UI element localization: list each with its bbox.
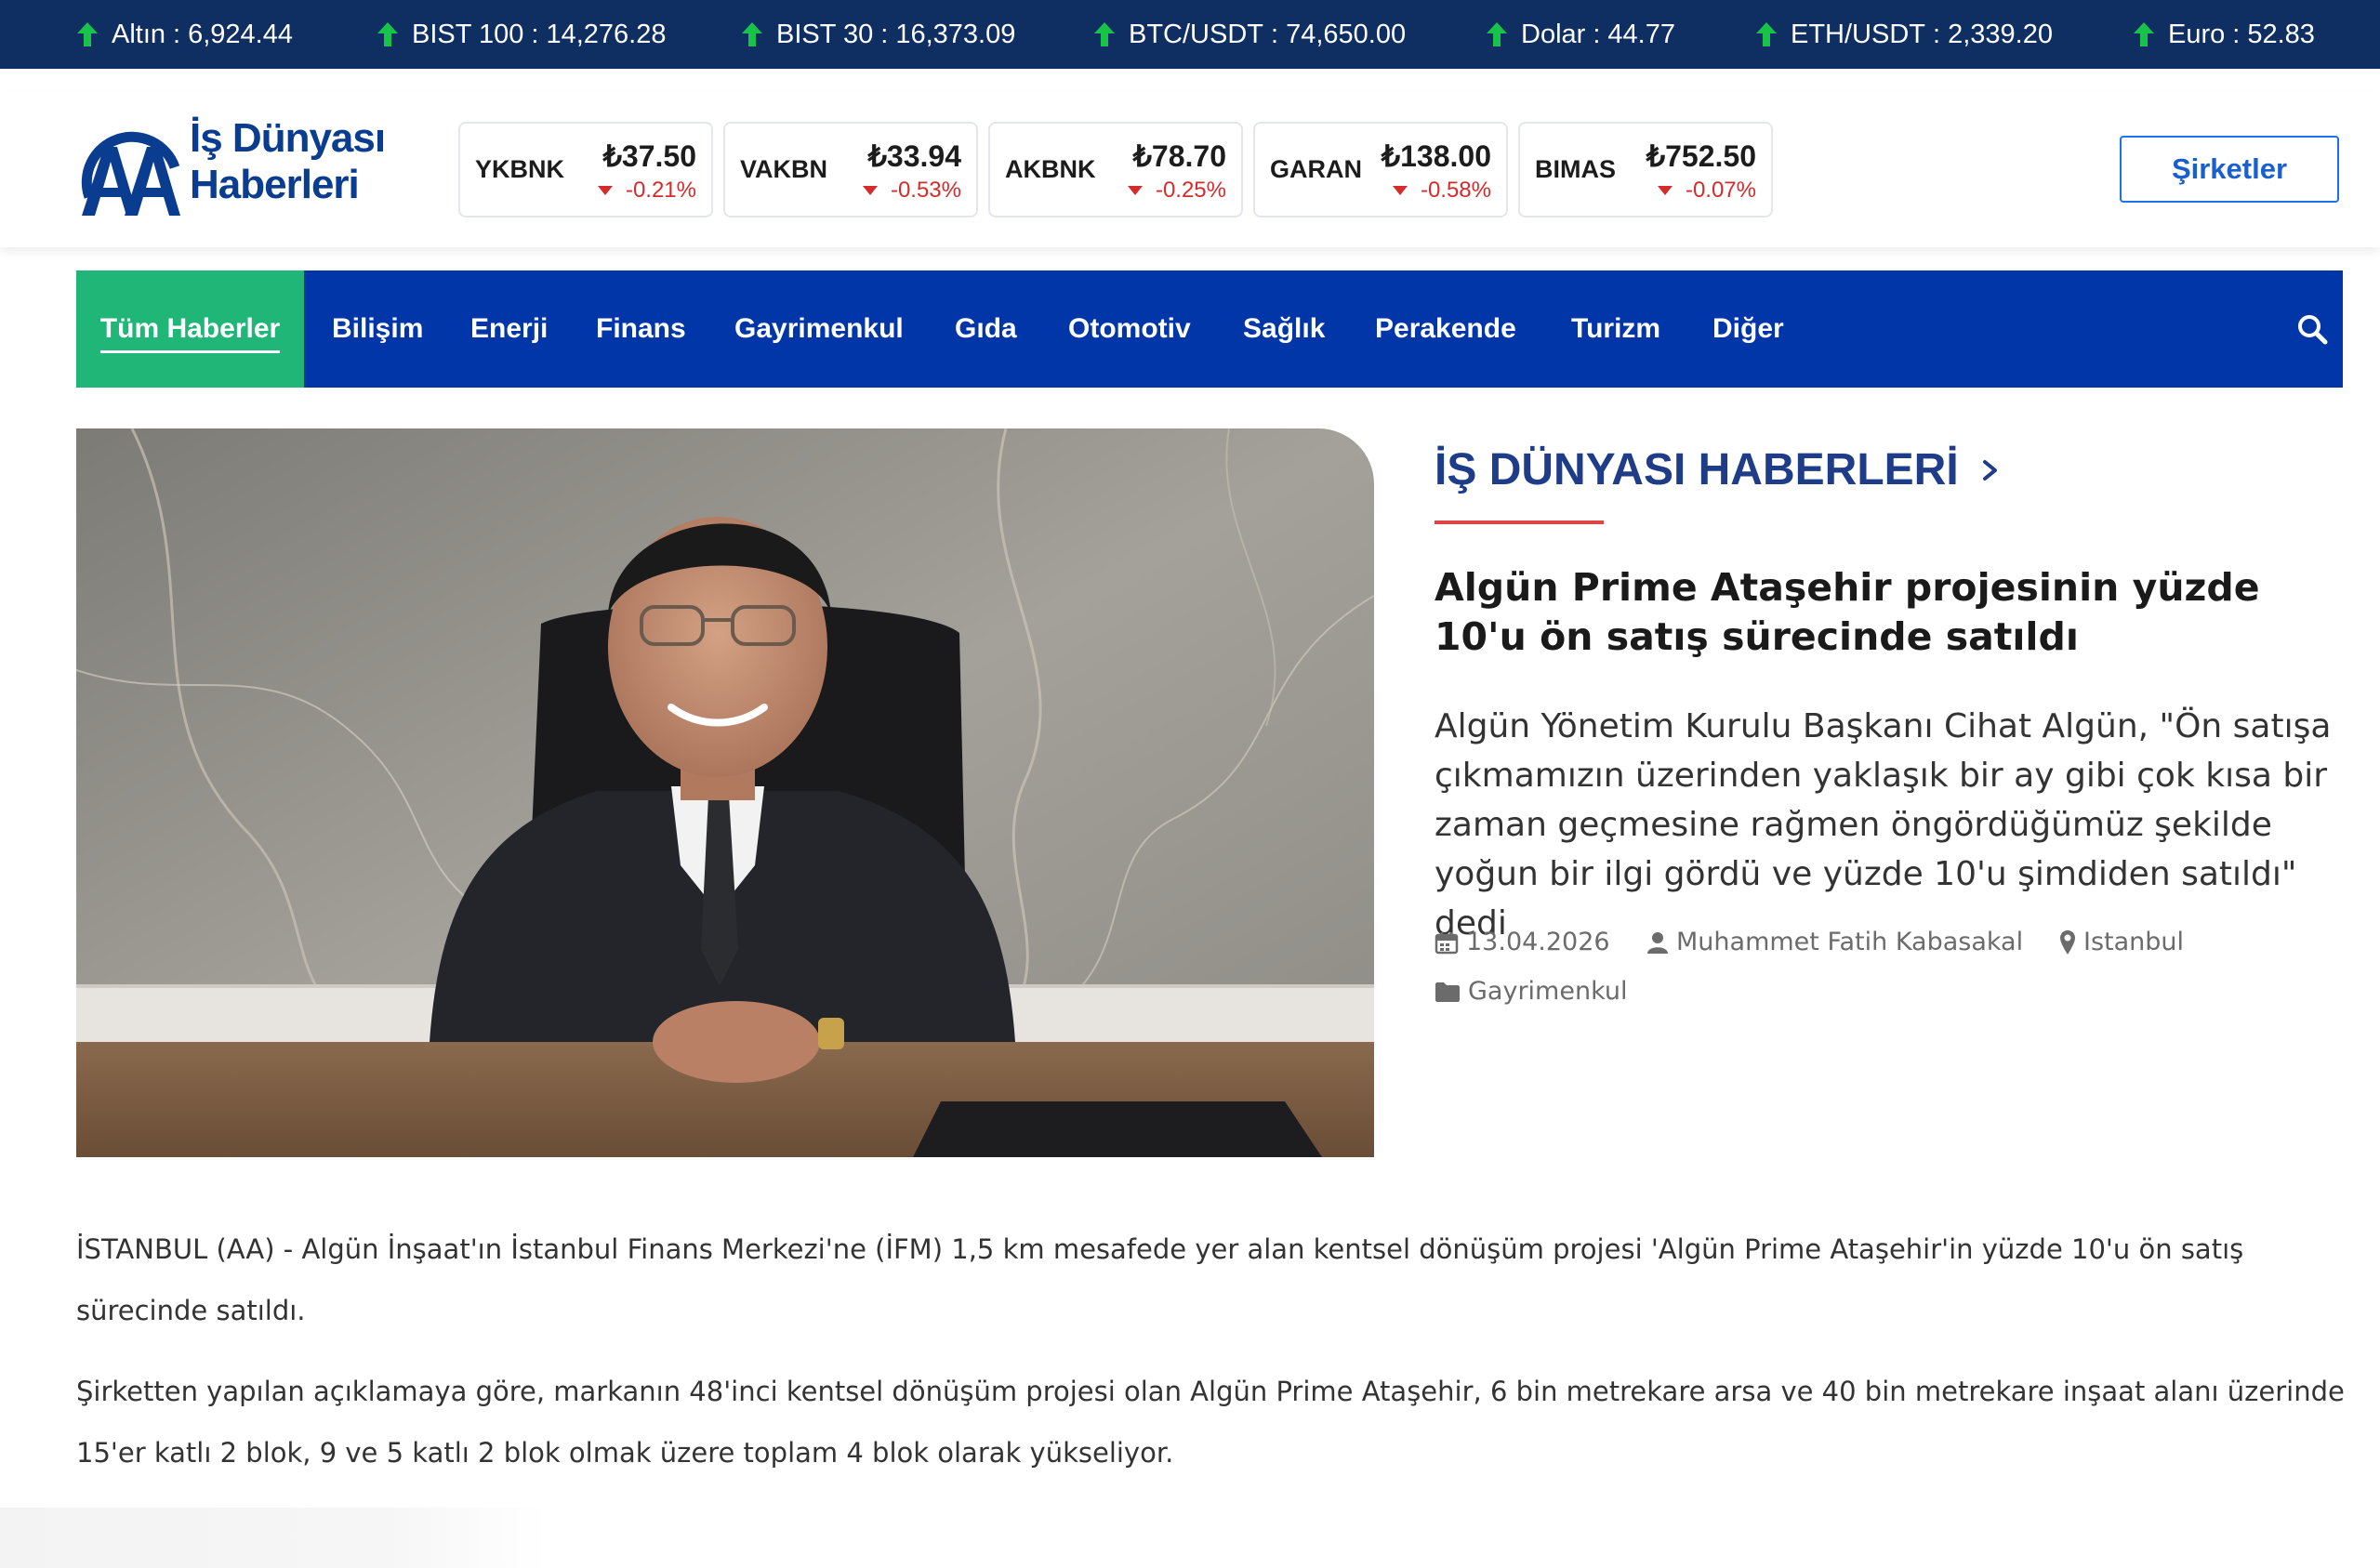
article-date: 13.04.2026	[1435, 928, 1610, 956]
arrow-up-icon	[1755, 21, 1778, 47]
stock-card-garan[interactable]: GARAN ₺138.00 -0.58%	[1253, 122, 1508, 217]
ticker-item[interactable]: BIST 30:16,373.09	[741, 0, 1015, 69]
ticker-name: BTC/USDT	[1129, 19, 1263, 49]
nav-item-otomotiv[interactable]: Otomotiv	[1068, 270, 1191, 388]
arrow-up-icon	[377, 21, 399, 47]
nav-item-finans[interactable]: Finans	[596, 270, 686, 388]
ticker-value: 14,276.28	[546, 19, 667, 49]
chevron-right-icon	[1982, 459, 1997, 481]
nav-item-saglik[interactable]: Sağlık	[1243, 270, 1325, 388]
arrow-up-icon	[2133, 21, 2155, 47]
arrow-up-icon	[76, 21, 99, 47]
ticker-value: 74,650.00	[1286, 19, 1407, 49]
arrow-up-icon	[1486, 21, 1508, 47]
site-logo[interactable]: İş Dünyası Haberleri	[76, 112, 392, 223]
ticker-name: Euro	[2168, 19, 2226, 49]
ticker-item[interactable]: BIST 100:14,276.28	[377, 0, 666, 69]
portrait-photo	[76, 428, 1374, 1157]
ticker-item[interactable]: Dolar:44.77	[1486, 0, 1675, 69]
stock-change: -0.58%	[1392, 178, 1491, 204]
section-underline	[1435, 520, 1604, 524]
caret-down-icon	[862, 186, 878, 195]
caret-down-icon	[1127, 186, 1143, 195]
stock-symbol: AKBNK	[1005, 155, 1096, 183]
nav-item-gida[interactable]: Gıda	[955, 270, 1017, 388]
stock-price: ₺138.00	[1381, 139, 1491, 173]
logo-line-1: İş Dünyası	[190, 115, 386, 161]
nav-item-bilisim[interactable]: Bilişim	[332, 270, 423, 388]
article-summary: Algün Yönetim Kurulu Başkanı Cihat Algün…	[1435, 707, 2332, 942]
arrow-up-icon	[1093, 21, 1116, 47]
ticker-item[interactable]: Altın:6,924.44	[76, 0, 293, 69]
companies-button[interactable]: Şirketler	[2120, 136, 2339, 203]
folder-icon	[1435, 981, 1461, 1003]
stock-change: -0.21%	[597, 178, 696, 204]
nav-item-perakende[interactable]: Perakende	[1375, 270, 1516, 388]
ticker-name: BIST 30	[776, 19, 874, 49]
arrow-up-icon	[741, 21, 763, 47]
logo-wordmark: İş Dünyası Haberleri	[190, 115, 386, 208]
stock-card-ykbnk[interactable]: YKBNK ₺37.50 -0.21%	[458, 122, 713, 217]
nav-item-turizm[interactable]: Turizm	[1571, 270, 1660, 388]
stock-change: -0.53%	[862, 178, 961, 204]
article-author[interactable]: Muhammet Fatih Kabasakal	[1646, 928, 2023, 956]
stock-price: ₺37.50	[602, 139, 696, 173]
article-headline[interactable]: Algün Prime Ataşehir projesinin yüzde 10…	[1435, 563, 2346, 662]
article-hero-image[interactable]	[76, 428, 1374, 1157]
caret-down-icon	[1392, 186, 1408, 195]
caret-down-icon	[597, 186, 613, 195]
aa-logo-mark	[81, 131, 180, 216]
map-pin-icon	[2059, 929, 2076, 955]
article-location: Istanbul	[2059, 928, 2184, 956]
stock-price: ₺78.70	[1132, 139, 1226, 173]
ticker-item[interactable]: ETH/USDT:2,339.20	[1755, 0, 2053, 69]
stock-change: -0.25%	[1127, 178, 1226, 204]
calendar-icon	[1435, 930, 1459, 955]
search-icon	[2298, 315, 2328, 345]
bottom-overlay	[0, 1508, 549, 1568]
market-ticker: Altın:6,924.44 BIST 100:14,276.28 BIST 3…	[0, 0, 2380, 69]
ticker-item[interactable]: BTC/USDT:74,650.00	[1093, 0, 1406, 69]
section-link-is-dunyasi-haberleri[interactable]: İŞ DÜNYASI HABERLERİ	[1435, 444, 2000, 495]
ticker-value: 16,373.09	[895, 19, 1016, 49]
nav-item-gayrimenkul[interactable]: Gayrimenkul	[734, 270, 904, 388]
stock-change: -0.07%	[1657, 178, 1756, 204]
stock-card-bimas[interactable]: BIMAS ₺752.50 -0.07%	[1518, 122, 1773, 217]
ticker-value: 52.83	[2247, 19, 2315, 49]
logo-line-2: Haberleri	[190, 162, 360, 207]
nav-item-enerji[interactable]: Enerji	[470, 270, 548, 388]
article-category[interactable]: Gayrimenkul	[1435, 977, 1628, 1006]
stock-symbol: YKBNK	[475, 155, 565, 183]
article-paragraph: İSTANBUL (AA) - Algün İnşaat'ın İstanbul…	[76, 1233, 2244, 1326]
user-icon	[1646, 930, 1669, 955]
stock-symbol: VAKBN	[740, 155, 827, 183]
stock-price: ₺752.50	[1646, 139, 1756, 173]
ticker-value: 44.77	[1607, 19, 1675, 49]
search-button[interactable]	[2281, 270, 2343, 388]
ticker-item[interactable]: Euro:52.83	[2133, 0, 2315, 69]
stock-card-vakbn[interactable]: VAKBN ₺33.94 -0.53%	[723, 122, 978, 217]
ticker-value: 2,339.20	[1948, 19, 2053, 49]
ticker-name: ETH/USDT	[1791, 19, 1925, 49]
article-paragraph: Şirketten yapılan açıklamaya göre, marka…	[76, 1376, 2345, 1469]
category-nav: Tüm Haberler Bilişim Enerji Finans Gayri…	[76, 270, 2343, 388]
stock-price: ₺33.94	[867, 139, 961, 173]
nav-item-tum-haberler[interactable]: Tüm Haberler	[76, 270, 304, 388]
ticker-name: Altın	[112, 19, 166, 49]
stock-card-akbnk[interactable]: AKBNK ₺78.70 -0.25%	[988, 122, 1243, 217]
caret-down-icon	[1657, 186, 1673, 195]
stock-symbol: GARAN	[1270, 155, 1362, 183]
ticker-value: 6,924.44	[188, 19, 293, 49]
ticker-name: Dolar	[1521, 19, 1586, 49]
nav-item-diger[interactable]: Diğer	[1712, 270, 1784, 388]
section-title: İŞ DÜNYASI HABERLERİ	[1435, 445, 1959, 494]
ticker-name: BIST 100	[412, 19, 524, 49]
stock-symbol: BIMAS	[1535, 155, 1616, 183]
